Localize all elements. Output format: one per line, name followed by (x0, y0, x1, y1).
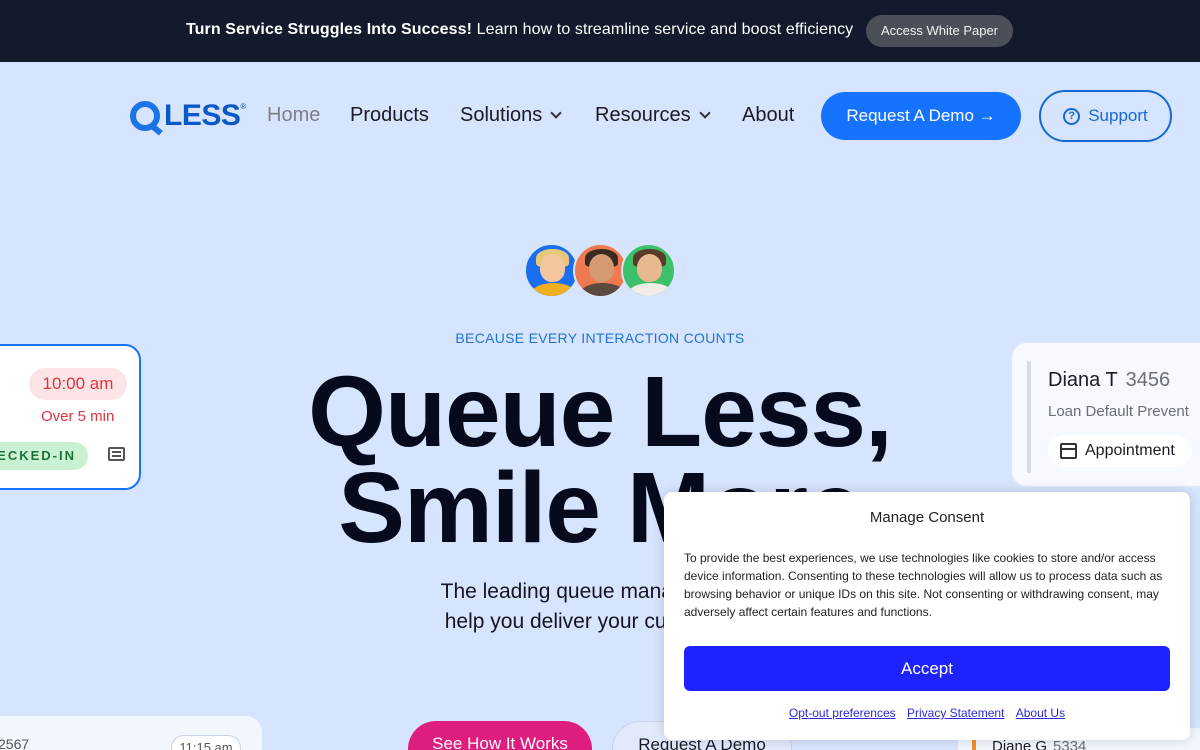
consent-title: Manage Consent (869, 509, 985, 526)
ticket-time-badge: 11:15 am (171, 735, 241, 750)
support-button[interactable]: ? Support (1039, 90, 1172, 142)
queue-ticket-card: 10:00 am Over 5 min ECKED-IN (0, 344, 141, 490)
announcement-body: Learn how to streamline service and boos… (476, 21, 854, 38)
avatar (573, 243, 628, 298)
nav-solutions-label: Solutions (460, 104, 543, 126)
about-us-link[interactable]: About Us (1016, 706, 1065, 720)
chevron-down-icon (550, 107, 562, 119)
see-how-it-works-button[interactable]: See How It Works (408, 721, 592, 750)
card-accent-bar (1027, 361, 1031, 473)
privacy-statement-link[interactable]: Privacy Statement (907, 706, 1004, 720)
nav-about[interactable]: About (742, 104, 794, 127)
nav-resources-label: Resources (595, 104, 691, 126)
appointment-time-badge: 10:00 am (29, 368, 127, 400)
accept-button[interactable]: Accept (684, 646, 1170, 691)
customer-avatars (524, 243, 676, 299)
announcement-headline: Turn Service Struggles Into Success! (186, 21, 473, 38)
wait-time-text: Over 5 min (41, 408, 115, 425)
announcement-text: Turn Service Struggles Into Success! Lea… (186, 21, 853, 39)
queue-ticket-card-bottom: 2567 11:15 am (0, 716, 262, 750)
customer-name: Diana T 3456 (1048, 369, 1170, 392)
checked-in-badge: ECKED-IN (0, 442, 88, 470)
ticket-number: 2567 (0, 736, 30, 750)
qless-logo[interactable]: LESS ® (130, 99, 247, 132)
chat-icon (108, 447, 125, 461)
service-type: Loan Default Prevent (1048, 403, 1189, 420)
nav-resources[interactable]: Resources (595, 104, 711, 127)
consent-body: To provide the best experiences, we use … (684, 551, 1163, 619)
logo-q-mark (130, 101, 160, 131)
access-white-paper-button[interactable]: Access White Paper (866, 15, 1013, 47)
avatar (621, 243, 676, 298)
logo-registered-mark: ® (240, 102, 247, 111)
consent-links: Opt-out preferences Privacy Statement Ab… (664, 706, 1190, 720)
nav-solutions[interactable]: Solutions (460, 104, 562, 127)
customer-number: 3456 (1125, 369, 1171, 391)
avatar (524, 243, 579, 298)
customer-name-text: Diana T (1048, 369, 1118, 391)
appointment-tag: Appointment (1048, 435, 1191, 467)
nav-home[interactable]: Home (267, 104, 320, 127)
calendar-icon (1060, 443, 1077, 459)
announcement-bar: Turn Service Struggles Into Success! Lea… (0, 0, 1200, 62)
cookie-consent-dialog: Manage Consent To provide the best exper… (664, 492, 1190, 740)
customer-appointment-card: Diana T 3456 Loan Default Prevent Appoint… (1011, 342, 1200, 487)
nav-products[interactable]: Products (350, 104, 429, 127)
help-circle-icon: ? (1063, 107, 1081, 125)
opt-out-preferences-link[interactable]: Opt-out preferences (789, 706, 896, 720)
logo-text: LESS (164, 99, 241, 132)
request-demo-button[interactable]: Request A Demo → (821, 92, 1021, 140)
appointment-tag-label: Appointment (1085, 442, 1175, 459)
chevron-down-icon (698, 107, 711, 119)
support-label: Support (1088, 106, 1148, 125)
